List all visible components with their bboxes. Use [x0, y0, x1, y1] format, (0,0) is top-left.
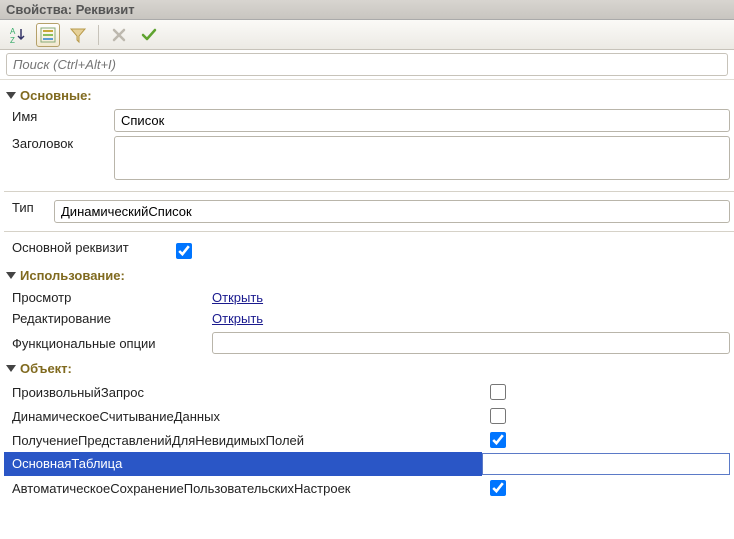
prop-type-input[interactable]: [54, 200, 730, 223]
prop-type-label: Тип: [12, 200, 48, 215]
section-object-header[interactable]: Объект:: [4, 357, 734, 380]
obj-checkbox[interactable]: [490, 432, 506, 448]
obj-row-arbitrary-query[interactable]: ПроизвольныйЗапрос: [4, 380, 734, 404]
window-title: Свойства: Реквизит: [0, 0, 734, 20]
obj-label: ДинамическоеСчитываниеДанных: [12, 409, 482, 424]
prop-title-input[interactable]: [114, 136, 730, 180]
prop-name-input[interactable]: [114, 109, 730, 132]
prop-type-row: Тип: [4, 198, 734, 225]
section-object-title: Объект:: [20, 361, 72, 376]
clear-button[interactable]: [107, 23, 131, 47]
section-main-header[interactable]: Основные:: [4, 84, 734, 107]
obj-checkbox[interactable]: [490, 480, 506, 496]
usage-edit-label: Редактирование: [12, 311, 212, 326]
toolbar: A Z: [0, 20, 734, 50]
collapse-icon: [6, 365, 16, 372]
section-usage-title: Использование:: [20, 268, 125, 283]
obj-label: АвтоматическоеСохранениеПользовательских…: [12, 481, 482, 496]
prop-mainattr-checkbox[interactable]: [176, 243, 192, 259]
obj-row-auto-save-settings[interactable]: АвтоматическоеСохранениеПользовательских…: [4, 476, 734, 500]
prop-mainattr-label: Основной реквизит: [12, 240, 172, 255]
section-usage-header[interactable]: Использование:: [4, 264, 734, 287]
svg-text:A: A: [10, 27, 16, 36]
usage-funcopts-label: Функциональные опции: [12, 336, 212, 351]
collapse-icon: [6, 272, 16, 279]
filter-button[interactable]: [66, 23, 90, 47]
collapse-icon: [6, 92, 16, 99]
usage-edit-row: Редактирование Открыть: [4, 308, 734, 329]
search-input[interactable]: [6, 53, 728, 76]
usage-view-link[interactable]: Открыть: [212, 290, 263, 305]
properties-panel: Основные: Имя Заголовок Тип Основной рек…: [0, 80, 734, 500]
toolbar-separator: [98, 25, 99, 45]
prop-title-label: Заголовок: [12, 136, 108, 151]
obj-row-get-representations[interactable]: ПолучениеПредставленийДляНевидимыхПолей: [4, 428, 734, 452]
obj-main-table-input[interactable]: [482, 453, 730, 475]
obj-row-dynamic-read[interactable]: ДинамическоеСчитываниеДанных: [4, 404, 734, 428]
prop-name-label: Имя: [12, 109, 108, 124]
usage-view-label: Просмотр: [12, 290, 212, 305]
usage-funcopts-input[interactable]: [212, 332, 730, 354]
prop-name-row: Имя: [4, 107, 734, 134]
sort-alpha-button[interactable]: A Z: [6, 23, 30, 47]
obj-checkbox[interactable]: [490, 384, 506, 400]
section-main-title: Основные:: [20, 88, 92, 103]
obj-label: ПолучениеПредставленийДляНевидимыхПолей: [12, 433, 482, 448]
prop-title-row: Заголовок: [4, 134, 734, 185]
search-row: [0, 50, 734, 80]
divider: [4, 191, 734, 192]
obj-row-main-table[interactable]: ОсновнаяТаблица: [4, 452, 734, 476]
usage-view-row: Просмотр Открыть: [4, 287, 734, 308]
confirm-button[interactable]: [137, 23, 161, 47]
categorized-view-button[interactable]: [36, 23, 60, 47]
obj-label: ОсновнаяТаблица: [4, 452, 482, 476]
usage-edit-link[interactable]: Открыть: [212, 311, 263, 326]
svg-text:Z: Z: [10, 36, 15, 44]
usage-funcopts-row: Функциональные опции: [4, 329, 734, 357]
obj-checkbox[interactable]: [490, 408, 506, 424]
prop-mainattr-row: Основной реквизит: [4, 238, 734, 264]
divider: [4, 231, 734, 232]
obj-label: ПроизвольныйЗапрос: [12, 385, 482, 400]
